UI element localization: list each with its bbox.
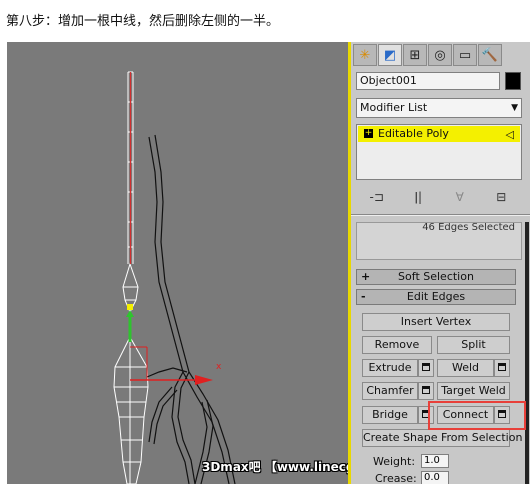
expand-icon[interactable]: + [364, 129, 373, 138]
modify-tab-icon[interactable]: ◩ [378, 44, 402, 66]
stack-item-label: Editable Poly [378, 127, 449, 140]
crease-spinner[interactable]: 0.0 [421, 471, 449, 484]
stack-item-editable-poly[interactable]: + Editable Poly ◁ [358, 126, 520, 142]
divider [351, 214, 530, 216]
make-unique-icon[interactable]: ∀ [450, 188, 470, 206]
remove-button[interactable]: Remove [362, 336, 432, 354]
mesh-wireframe [113, 71, 236, 484]
rollout-sign: - [361, 290, 366, 303]
configure-sets-icon[interactable]: ⊟ [491, 188, 511, 206]
chamfer-button[interactable]: Chamfer [362, 382, 418, 400]
modifier-list-dropdown[interactable]: Modifier List ▼ [356, 98, 522, 118]
object-color-swatch[interactable] [505, 72, 521, 90]
object-name-field[interactable]: Object001 [356, 72, 500, 90]
weld-button[interactable]: Weld [437, 359, 494, 377]
show-end-result-icon[interactable]: ǀ| [408, 188, 428, 206]
insert-vertex-button[interactable]: Insert Vertex [362, 313, 510, 331]
modifier-list-label: Modifier List [360, 101, 428, 114]
weight-spinner[interactable]: 1.0 [421, 454, 449, 468]
selection-info: 46 Edges Selected [356, 222, 522, 260]
perspective-viewport[interactable]: x [7, 42, 348, 484]
motion-tab-icon[interactable]: ◎ [428, 44, 452, 66]
crease-label: Crease: [375, 472, 417, 484]
bridge-button[interactable]: Bridge [362, 406, 418, 424]
stack-toolbar: -⊐ ǀ| ∀ ⊟ [356, 186, 522, 208]
hierarchy-tab-icon[interactable]: ⊞ [403, 44, 427, 66]
command-panel-tabs: ✳ ◩ ⊞ ◎ ▭ 🔨 [351, 42, 530, 68]
connect-highlight-box [428, 401, 526, 430]
weight-label: Weight: [373, 455, 416, 468]
rollout-label: Edit Edges [406, 290, 466, 303]
create-tab-icon[interactable]: ✳ [353, 44, 377, 66]
chamfer-settings-icon[interactable] [418, 382, 434, 400]
split-button[interactable]: Split [437, 336, 510, 354]
edit-edges-rollout[interactable]: - Edit Edges [356, 289, 516, 305]
modifier-stack: + Editable Poly ◁ [356, 124, 522, 180]
weld-settings-icon[interactable] [494, 359, 510, 377]
pin-stack-icon[interactable]: -⊐ [367, 188, 387, 206]
x-axis-label: x [216, 362, 222, 372]
soft-selection-rollout[interactable]: + Soft Selection [356, 269, 516, 285]
extrude-button[interactable]: Extrude [362, 359, 418, 377]
target-weld-button[interactable]: Target Weld [437, 382, 510, 400]
create-shape-button[interactable]: Create Shape From Selection [362, 429, 522, 447]
extrude-settings-icon[interactable] [418, 359, 434, 377]
chevron-down-icon: ▼ [511, 103, 518, 113]
display-tab-icon[interactable]: ▭ [453, 44, 477, 66]
utilities-tab-icon[interactable]: 🔨 [478, 44, 502, 66]
step-caption: 第八步：增加一根中线，然后删除左侧的一半。 [6, 14, 280, 29]
rollout-sign: + [361, 270, 371, 283]
panel-scrollbar[interactable] [525, 222, 529, 484]
rollout-label: Soft Selection [398, 270, 474, 283]
subobject-triangle-icon: ◁ [505, 128, 514, 141]
